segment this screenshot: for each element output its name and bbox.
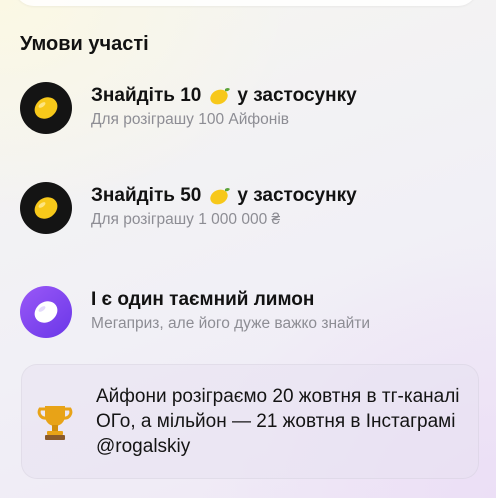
lemon-emoji-icon xyxy=(210,188,231,205)
condition-subtitle: Для розіграшу 1 000 000 ₴ xyxy=(91,211,281,228)
lemon-badge xyxy=(20,182,72,234)
lemon-emoji-icon xyxy=(210,88,231,105)
lemon-badge xyxy=(20,82,72,134)
condition-subtitle: Для розіграшу 100 Айфонів xyxy=(91,111,290,128)
notice-text: Айфони розіграємо 20 жовтня в тг-каналі … xyxy=(96,386,460,457)
condition-subtitle: Мегаприз, але його дуже важко знайти xyxy=(91,315,371,332)
condition-heading-start: Знайдіть 50 xyxy=(91,185,202,206)
lemon-icon xyxy=(34,97,58,119)
condition-item-secret-lemon: І є один таємний лимон Мегаприз, але йог… xyxy=(20,286,480,342)
condition-heading-end: у застосунку xyxy=(237,85,357,106)
previous-card xyxy=(14,0,478,6)
draw-dates-notice: Айфони розіграємо 20 жовтня в тг-каналі … xyxy=(21,364,479,479)
condition-heading: Знайдіть 50 у застосунку xyxy=(91,185,357,207)
condition-heading-start: Знайдіть 10 xyxy=(91,85,202,106)
condition-item-50-lemons: Знайдіть 50 у застосунку Для розіграшу 1… xyxy=(20,182,480,238)
condition-heading-end: у застосунку xyxy=(237,185,357,206)
condition-item-10-lemons: Знайдіть 10 у застосунку Для розіграшу 1… xyxy=(20,82,480,138)
trophy-icon xyxy=(37,406,73,440)
secret-lemon-icon xyxy=(34,301,58,323)
condition-heading: І є один таємний лимон xyxy=(91,289,315,310)
lemon-icon xyxy=(34,197,58,219)
secret-lemon-badge xyxy=(20,286,72,338)
condition-heading: Знайдіть 10 у застосунку xyxy=(91,85,357,107)
section-title: Умови участі xyxy=(20,33,149,55)
